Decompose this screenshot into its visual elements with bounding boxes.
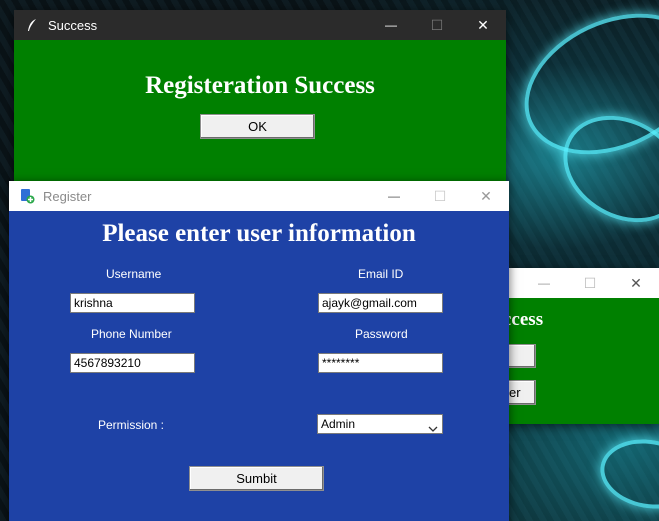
close-button[interactable]: ✕ [460,10,506,40]
close-button[interactable]: ✕ [463,181,509,211]
minimize-button[interactable]: — [371,181,417,211]
minimize-button[interactable]: — [368,10,414,40]
background-window-titlebar: — ☐ ✕ [490,268,659,298]
background-window-heading: ccess [503,309,544,330]
register-heading: Please enter user information [102,220,416,247]
email-field[interactable]: ajayk@gmail.com [318,293,443,313]
maximize-icon: ☐ [430,16,444,33]
register-window: Register — ☐ ✕ Please enter user informa… [9,181,509,521]
minimize-icon: — [538,276,550,290]
close-icon: ✕ [477,16,489,33]
username-label: Username [106,267,162,281]
submit-button-label: Sumbit [236,471,277,486]
register-window-title: Register [43,188,92,204]
permission-select[interactable]: Admin [317,414,443,434]
maximize-icon: ☐ [583,274,597,291]
password-field[interactable]: ******** [318,353,443,373]
permission-label: Permission : [98,418,165,432]
ok-button-label: OK [248,119,267,134]
phone-label: Phone Number [91,327,172,341]
register-app-icon [19,188,35,204]
minimize-button[interactable]: — [521,268,567,298]
maximize-button[interactable]: ☐ [567,268,613,298]
register-window-titlebar: Register — ☐ ✕ [9,181,509,211]
chevron-down-icon [428,420,438,433]
phone-field[interactable]: 4567893210 [70,353,195,373]
submit-button[interactable]: Sumbit [189,466,324,491]
maximize-icon: ☐ [433,187,447,204]
feather-icon [24,17,40,33]
permission-select-value: Admin [321,417,356,431]
success-heading: Registeration Success [145,72,375,99]
maximize-button[interactable]: ☐ [414,10,460,40]
close-button[interactable]: ✕ [613,268,659,298]
background-window-button-2-label: er [509,385,521,400]
minimize-icon: — [388,189,400,203]
username-field[interactable]: krishna [70,293,195,313]
close-icon: ✕ [630,274,642,291]
close-icon: ✕ [480,187,492,204]
minimize-icon: — [385,18,397,32]
success-window-titlebar: Success — ☐ ✕ [14,10,506,40]
password-label: Password [355,327,408,341]
success-window: Success — ☐ ✕ Registeration Success OK [14,10,506,186]
background-window: — ☐ ✕ ccess er [490,268,659,424]
success-window-title: Success [48,17,98,33]
email-label: Email ID [358,267,404,281]
maximize-button[interactable]: ☐ [417,181,463,211]
ok-button[interactable]: OK [200,114,315,139]
